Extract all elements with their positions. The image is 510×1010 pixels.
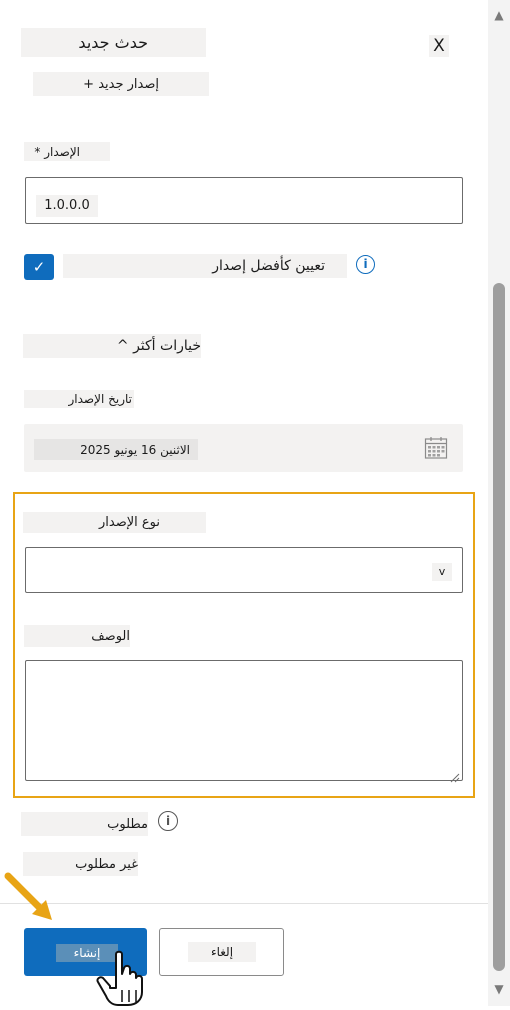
description-textarea[interactable] xyxy=(25,660,463,783)
release-date-value: الاثنين 16 يونيو 2025 xyxy=(34,439,198,460)
release-type-label: نوع الإصدار xyxy=(23,512,206,533)
release-date-label: تاريخ الإصدار xyxy=(24,390,134,408)
description-label: الوصف xyxy=(24,625,130,647)
resize-handle-icon[interactable] xyxy=(450,768,460,783)
version-field[interactable]: 1.0.0.0 xyxy=(25,177,463,224)
footer-divider xyxy=(0,903,488,904)
scrollbar-thumb[interactable] xyxy=(493,283,505,971)
chevron-down-icon[interactable]: v xyxy=(432,563,452,581)
version-label: * الإصدار xyxy=(24,142,110,161)
version-value: 1.0.0.0 xyxy=(36,195,98,217)
scroll-down-arrow-icon[interactable]: ▼ xyxy=(492,982,506,996)
cancel-button-label: إلغاء xyxy=(188,942,256,962)
release-date-field[interactable]: الاثنين 16 يونيو 2025 xyxy=(24,424,463,472)
cancel-button[interactable]: إلغاء xyxy=(159,928,284,976)
info-icon[interactable]: i xyxy=(158,811,178,831)
release-type-dropdown[interactable]: v xyxy=(25,547,463,593)
info-icon[interactable]: i xyxy=(356,255,375,274)
close-button[interactable]: X xyxy=(429,35,449,57)
calendar-icon[interactable] xyxy=(424,436,448,460)
panel-title: حدث جديد xyxy=(21,28,206,57)
set-best-version-label: تعيين كأفضل إصدار xyxy=(63,254,347,278)
set-best-version-checkbox[interactable]: ✓ xyxy=(24,254,54,280)
new-version-button[interactable]: + إصدار جديد xyxy=(33,72,209,96)
pointer-arrow-icon xyxy=(2,870,62,930)
hand-cursor-icon xyxy=(94,950,152,1006)
required-label: مطلوب xyxy=(21,812,148,836)
more-options-toggle[interactable]: ^ خيارات أكثر xyxy=(23,334,201,358)
scroll-up-arrow-icon[interactable]: ▲ xyxy=(492,8,506,22)
